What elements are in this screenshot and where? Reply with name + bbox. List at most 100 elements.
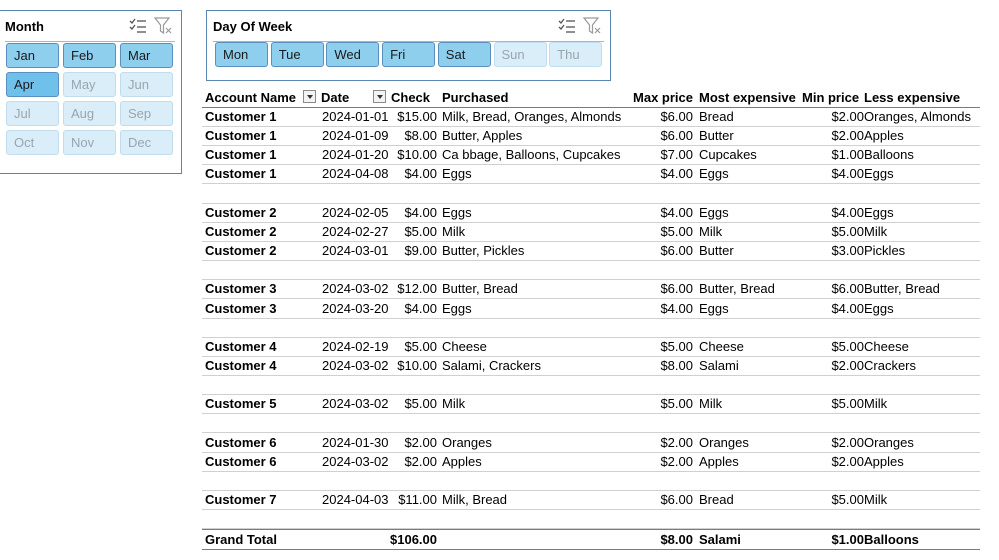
- blank-row: [202, 413, 980, 434]
- min-price-cell: $2.00: [831, 128, 864, 144]
- grand-total-max-price: $8.00: [660, 532, 693, 547]
- table-row: Customer 5 2024-03-02 $5.00 Milk $5.00 Milk $5…: [202, 394, 980, 415]
- min-price-cell: $5.00: [831, 338, 864, 354]
- multi-select-icon[interactable]: [127, 16, 149, 36]
- blank-row: [202, 509, 980, 530]
- header-max-price: Max price: [633, 90, 693, 105]
- less-expensive-cell: Cheese: [864, 338, 909, 354]
- dow-slicer-button-fri[interactable]: Fri: [382, 42, 436, 67]
- check-cell: $5.00: [404, 223, 437, 239]
- day-of-week-slicer-header: Day Of Week: [213, 11, 604, 42]
- table-row: Customer 6 2024-01-30 $2.00 Oranges $2.00 Ora…: [202, 433, 980, 453]
- account-name-cell: Customer 2: [205, 223, 277, 239]
- blank-row: [202, 260, 980, 281]
- date-cell: 2024-03-02: [322, 357, 389, 373]
- blank-row: [202, 375, 980, 396]
- grand-total-row: Grand Total $106.00 $8.00 Salami $1.00 B…: [202, 529, 980, 550]
- dow-slicer-button-wed[interactable]: Wed: [326, 42, 380, 67]
- table-row: Customer 1 2024-04-08 $4.00 Eggs $4.00 Eggs $4…: [202, 164, 980, 185]
- most-expensive-cell: Cupcakes: [699, 147, 757, 163]
- less-expensive-cell: Pickles: [864, 243, 906, 259]
- max-price-cell: $6.00: [660, 109, 693, 124]
- month-slicer-button-jul[interactable]: Jul: [6, 101, 59, 126]
- month-slicer-button-nov[interactable]: Nov: [63, 130, 116, 155]
- table-row: Customer 2 2024-03-01 $9.00 Butter, Pickles…: [202, 241, 980, 262]
- date-cell: 2024-03-02: [322, 281, 389, 297]
- date-cell: 2024-03-02: [322, 396, 389, 412]
- date-cell: 2024-03-02: [322, 453, 389, 469]
- purchased-cell: Oranges: [442, 434, 492, 450]
- most-expensive-cell: Milk: [699, 396, 723, 412]
- multi-select-icon[interactable]: [556, 16, 578, 36]
- min-price-cell: $2.00: [831, 357, 864, 373]
- max-price-cell: $5.00: [660, 338, 693, 354]
- max-price-cell: $7.00: [660, 147, 693, 163]
- month-slicer-button-jun[interactable]: Jun: [120, 72, 173, 97]
- account-name-cell: Customer 6: [205, 453, 277, 469]
- table-row: Customer 2 2024-02-27 $5.00 Milk $5.00 Milk $5…: [202, 222, 980, 242]
- day-of-week-slicer: Day Of Week Mon Tue Wed Fri Sat Sun Thu: [206, 10, 611, 81]
- header-check: Check: [391, 90, 431, 105]
- blank-row: [202, 184, 980, 204]
- check-cell: $9.00: [404, 243, 437, 259]
- purchased-cell: Eggs: [442, 300, 472, 316]
- less-expensive-cell: Oranges: [864, 434, 914, 450]
- dow-slicer-button-sat[interactable]: Sat: [437, 42, 491, 67]
- account-name-cell: Customer 1: [205, 166, 277, 182]
- clear-filter-icon[interactable]: [582, 16, 604, 36]
- dow-slicer-button-mon[interactable]: Mon: [215, 42, 268, 67]
- account-name-cell: Customer 2: [205, 243, 277, 259]
- header-purchased: Purchased: [442, 90, 509, 105]
- month-slicer-button-mar[interactable]: Mar: [120, 43, 173, 68]
- month-slicer-button-sep[interactable]: Sep: [120, 101, 173, 126]
- month-slicer: Month Jan Feb Mar Apr May Jun Jul Aug Sep Oct Nov D…: [0, 10, 182, 174]
- month-slicer-button-may[interactable]: May: [63, 72, 116, 97]
- table-row: Customer 1 2024-01-09 $8.00 Butter, Apples $…: [202, 126, 980, 147]
- less-expensive-cell: Eggs: [864, 300, 894, 316]
- grand-total-check: $106.00: [390, 532, 437, 547]
- table-row: Customer 1 2024-01-01 $15.00 Milk, Bread, O…: [202, 107, 980, 127]
- purchased-cell: Milk: [442, 223, 466, 239]
- month-slicer-button-dec[interactable]: Dec: [120, 130, 173, 155]
- account-name-cell: Customer 2: [205, 204, 277, 220]
- month-slicer-button-aug[interactable]: Aug: [63, 101, 116, 126]
- account-name-filter-dropdown[interactable]: [303, 90, 316, 103]
- check-cell: $15.00: [397, 109, 437, 124]
- check-cell: $8.00: [404, 128, 437, 144]
- month-slicer-button-jan[interactable]: Jan: [6, 43, 59, 68]
- check-cell: $12.00: [397, 281, 437, 297]
- date-cell: 2024-04-03: [322, 492, 389, 507]
- most-expensive-cell: Eggs: [699, 300, 729, 316]
- month-slicer-button-feb[interactable]: Feb: [63, 43, 116, 68]
- dow-slicer-button-sun[interactable]: Sun: [493, 42, 547, 67]
- most-expensive-cell: Butter, Bread: [699, 281, 775, 297]
- check-cell: $10.00: [397, 357, 437, 373]
- max-price-cell: $6.00: [660, 243, 693, 259]
- dow-slicer-button-thu[interactable]: Thu: [549, 42, 603, 67]
- check-cell: $2.00: [404, 434, 437, 450]
- month-slicer-button-oct[interactable]: Oct: [6, 130, 59, 155]
- clear-filter-icon[interactable]: [153, 16, 175, 36]
- max-price-cell: $6.00: [660, 281, 693, 297]
- purchased-cell: Butter, Bread: [442, 281, 518, 297]
- table-header-row: Account Name Date Check Purchased Max pr…: [202, 88, 980, 108]
- dow-slicer-button-tue[interactable]: Tue: [270, 42, 324, 67]
- table-row: Customer 4 2024-02-19 $5.00 Cheese $5.00 Chee…: [202, 337, 980, 357]
- max-price-cell: $2.00: [660, 453, 693, 469]
- month-slicer-button-apr[interactable]: Apr: [6, 72, 59, 97]
- account-name-cell: Customer 4: [205, 357, 277, 373]
- account-name-cell: Customer 3: [205, 300, 277, 316]
- check-cell: $5.00: [404, 338, 437, 354]
- max-price-cell: $5.00: [660, 396, 693, 412]
- check-cell: $5.00: [404, 396, 437, 412]
- purchased-cell: Eggs: [442, 166, 472, 182]
- header-min-price: Min price: [802, 90, 860, 105]
- date-filter-dropdown[interactable]: [373, 90, 386, 103]
- max-price-cell: $4.00: [660, 166, 693, 182]
- purchased-cell: Cheese: [442, 338, 487, 354]
- date-cell: 2024-01-30: [322, 434, 389, 450]
- less-expensive-cell: Eggs: [864, 166, 894, 182]
- most-expensive-cell: Eggs: [699, 166, 729, 182]
- most-expensive-cell: Apples: [699, 453, 739, 469]
- account-name-cell: Customer 7: [205, 492, 277, 507]
